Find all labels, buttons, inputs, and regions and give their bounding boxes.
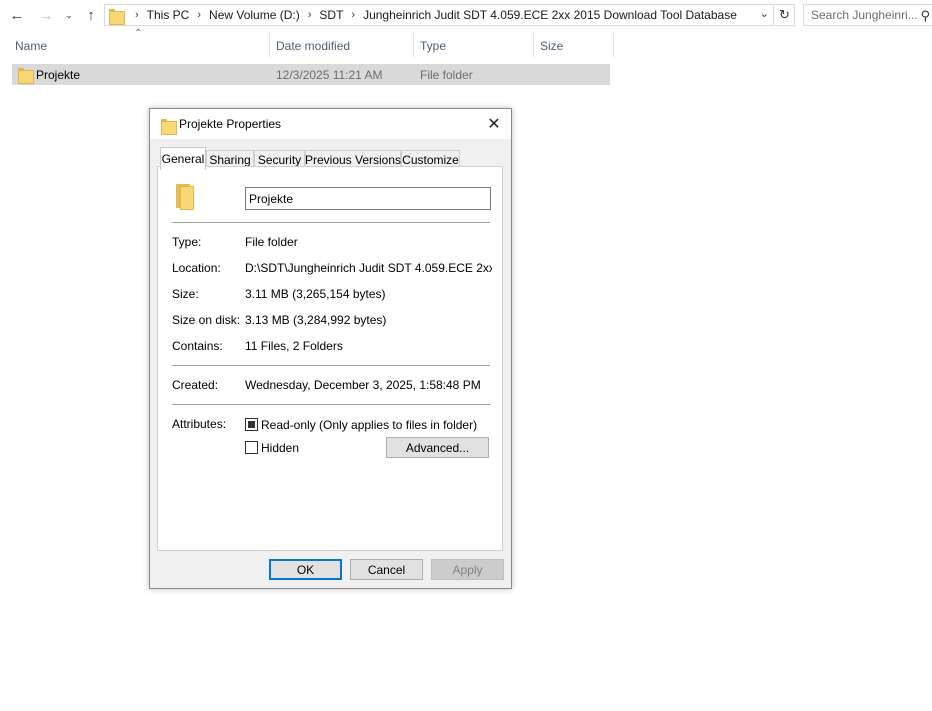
file-type: File folder (420, 67, 473, 82)
location-value[interactable]: D:\SDT\Jungheinrich Judit SDT 4.059.ECE … (245, 261, 492, 275)
readonly-checkbox[interactable] (245, 418, 258, 431)
ok-button[interactable]: OK (269, 559, 342, 580)
contains-label: Contains: (172, 339, 223, 353)
address-dropdown-icon[interactable]: ⌄ (760, 7, 769, 20)
hidden-label[interactable]: Hidden (261, 441, 299, 455)
navigation-bar: ← → ⌄ ↑ › This PC › New Volume (D:) › SD… (0, 0, 932, 30)
refresh-icon: ↻ (779, 7, 790, 22)
dialog-title-bar[interactable]: Projekte Properties ✕ (150, 109, 511, 139)
divider (172, 404, 490, 405)
address-bar[interactable]: › This PC › New Volume (D:) › SDT › Jung… (104, 4, 774, 26)
type-label: Type: (172, 235, 202, 249)
refresh-button[interactable]: ↻ (775, 4, 795, 26)
close-icon: ✕ (487, 116, 501, 133)
attributes-label: Attributes: (172, 417, 227, 431)
up-button[interactable]: ↑ (82, 5, 100, 25)
readonly-label[interactable]: Read-only (Only applies to files in fold… (261, 418, 477, 432)
created-label: Created: (172, 378, 219, 392)
folder-icon (109, 8, 125, 25)
file-name-cell: Projekte (18, 64, 80, 85)
column-header-date-modified[interactable]: Date modified (270, 33, 414, 58)
search-placeholder: Search Jungheinri... (811, 8, 918, 22)
folder-icon (161, 118, 177, 135)
close-button[interactable]: ✕ (477, 109, 511, 139)
properties-dialog: Projekte Properties ✕ General Sharing Se… (149, 108, 512, 589)
general-tab-panel: Projekte Type: File folder Location: D:\… (157, 166, 503, 551)
breadcrumb-sdt[interactable]: SDT (319, 8, 343, 22)
file-row[interactable]: Projekte 12/3/2025 11:21 AM File folder (12, 64, 610, 85)
chevron-right-icon[interactable]: › (135, 9, 139, 21)
folder-icon (18, 67, 34, 84)
chevron-right-icon[interactable]: › (351, 9, 355, 21)
breadcrumb-this-pc[interactable]: This PC (147, 8, 190, 22)
hidden-checkbox[interactable] (245, 441, 258, 454)
folder-icon (176, 184, 196, 210)
folder-name-input[interactable]: Projekte (245, 187, 491, 210)
arrow-left-icon: ← (9, 6, 25, 24)
forward-button[interactable]: → (37, 5, 55, 25)
column-header-type[interactable]: Type (414, 33, 534, 58)
file-date-modified: 12/3/2025 11:21 AM (276, 67, 383, 82)
search-input[interactable]: Search Jungheinri... ⚲ (803, 4, 932, 26)
back-button[interactable]: ← (8, 5, 26, 25)
type-value: File folder (245, 235, 298, 249)
file-name: Projekte (36, 67, 81, 82)
recent-locations-button[interactable]: ⌄ (63, 5, 75, 25)
arrow-right-icon: → (38, 6, 54, 24)
divider (172, 222, 490, 223)
breadcrumb-new-volume[interactable]: New Volume (D:) (209, 8, 300, 22)
apply-button[interactable]: Apply (431, 559, 504, 580)
size-on-disk-value: 3.13 MB (3,284,992 bytes) (245, 313, 387, 327)
search-icon: ⚲ (920, 8, 930, 23)
cancel-button[interactable]: Cancel (350, 559, 423, 580)
chevron-right-icon[interactable]: › (308, 9, 312, 21)
divider (172, 365, 490, 366)
chevron-right-icon[interactable]: › (197, 9, 201, 21)
column-header-size[interactable]: Size (534, 33, 614, 58)
column-header-name[interactable]: Name (9, 33, 270, 58)
breadcrumb-current-folder[interactable]: Jungheinrich Judit SDT 4.059.ECE 2xx 201… (363, 8, 737, 22)
contains-value: 11 Files, 2 Folders (245, 339, 343, 353)
size-label: Size: (172, 287, 199, 301)
tab-general[interactable]: General (160, 147, 206, 170)
chevron-down-icon: ⌄ (65, 9, 73, 20)
size-value: 3.11 MB (3,265,154 bytes) (245, 287, 386, 301)
advanced-button[interactable]: Advanced... (386, 437, 489, 458)
arrow-up-icon: ↑ (87, 6, 95, 24)
size-on-disk-label: Size on disk: (172, 313, 241, 327)
location-label: Location: (172, 261, 221, 275)
created-value: Wednesday, December 3, 2025, 1:58:48 PM (245, 378, 481, 392)
dialog-title: Projekte Properties (179, 117, 282, 131)
